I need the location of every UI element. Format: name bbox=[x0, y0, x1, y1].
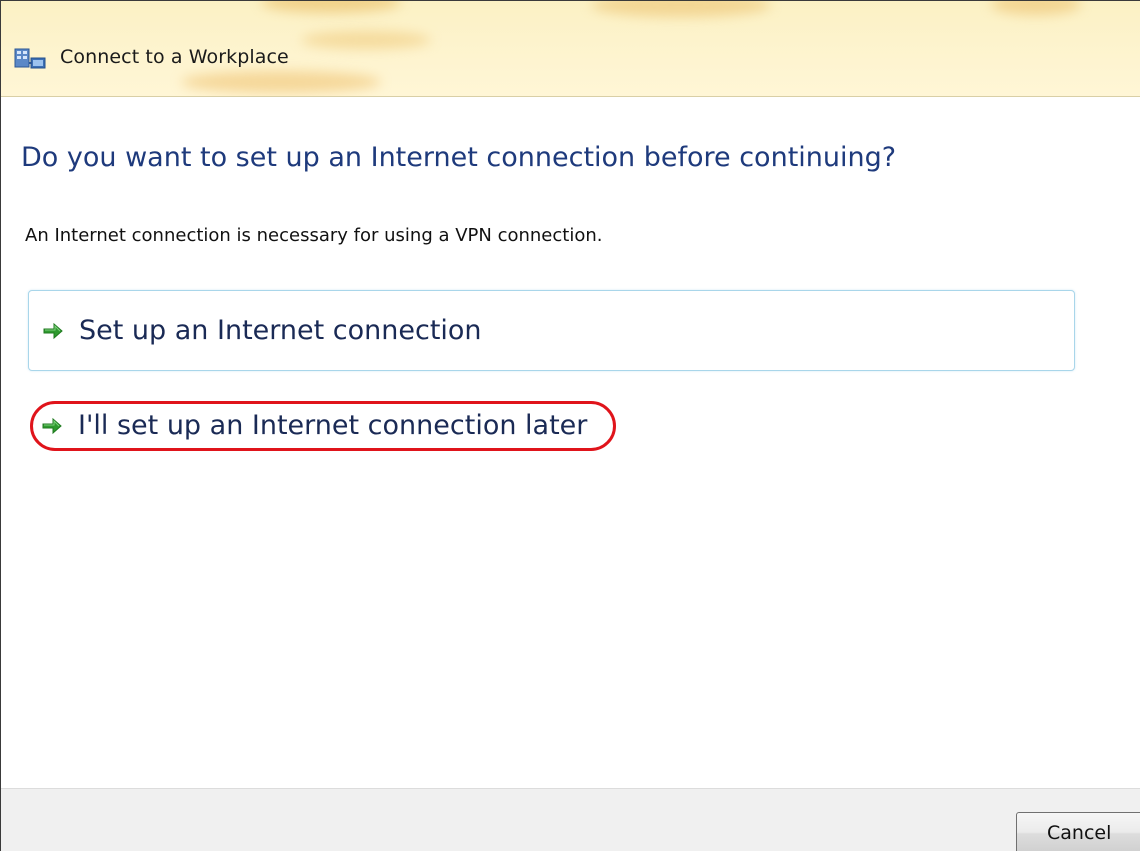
setup-internet-connection-option[interactable]: Set up an Internet connection bbox=[28, 290, 1075, 371]
title-bar[interactable]: Connect to a Workplace bbox=[1, 1, 1140, 97]
background-blur bbox=[991, 1, 1081, 15]
option-label: Set up an Internet connection bbox=[79, 314, 482, 346]
cancel-button[interactable]: Cancel bbox=[1016, 812, 1140, 851]
background-blur bbox=[181, 71, 381, 93]
background-blur bbox=[261, 1, 401, 13]
network-workplace-icon bbox=[14, 47, 52, 69]
green-arrow-icon bbox=[41, 415, 63, 437]
background-blur bbox=[591, 1, 771, 17]
green-arrow-icon bbox=[42, 320, 64, 342]
option-label: I'll set up an Internet connection later bbox=[78, 410, 588, 441]
page-description: An Internet connection is necessary for … bbox=[25, 225, 603, 246]
page-heading: Do you want to set up an Internet connec… bbox=[21, 142, 897, 173]
background-blur bbox=[301, 31, 431, 49]
window-title: Connect to a Workplace bbox=[60, 46, 289, 68]
dialog-footer bbox=[1, 788, 1140, 851]
dialog-window: Connect to a Workplace Do you want to se… bbox=[0, 0, 1140, 851]
setup-connection-later-option[interactable]: I'll set up an Internet connection later bbox=[28, 400, 618, 452]
